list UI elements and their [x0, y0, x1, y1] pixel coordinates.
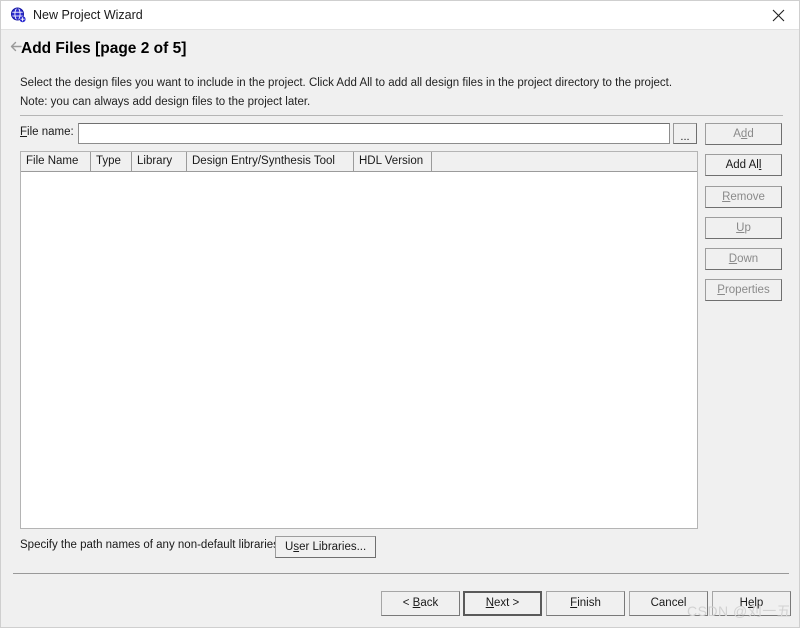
- column-header-file-name[interactable]: File Name: [21, 152, 91, 171]
- footer-separator: [13, 573, 789, 574]
- column-header-design-entry-synthesis-tool[interactable]: Design Entry/Synthesis Tool: [187, 152, 354, 171]
- up-button-suffix: p: [744, 222, 751, 234]
- down-button-accel: D: [728, 253, 738, 265]
- remove-button: Remove: [705, 186, 782, 208]
- cancel-button[interactable]: Cancel: [629, 591, 708, 616]
- properties-button-suffix: roperties: [724, 284, 770, 296]
- help-button-suffix: lp: [754, 597, 764, 609]
- add-all-button[interactable]: Add All: [705, 154, 782, 176]
- help-button-prefix: H: [739, 597, 748, 609]
- close-icon[interactable]: [755, 1, 799, 30]
- properties-button-accel: P: [717, 284, 725, 296]
- next-button[interactable]: Next >: [463, 591, 542, 616]
- description-line-2: Note: you can always add design files to…: [20, 96, 311, 108]
- add-button-suffix: d: [747, 128, 754, 140]
- file-name-label-rest: ile name:: [27, 126, 74, 138]
- title-bar: New Project Wizard: [1, 1, 799, 30]
- next-button-suffix: ext >: [494, 597, 520, 609]
- up-button: Up: [705, 217, 782, 239]
- column-header-library[interactable]: Library: [132, 152, 187, 171]
- add-button-prefix: A: [733, 128, 741, 140]
- down-button-suffix: own: [737, 253, 759, 265]
- column-header-hdl-version[interactable]: HDL Version: [354, 152, 432, 171]
- cancel-button-prefix: Cancel: [650, 597, 687, 609]
- new-project-wizard-dialog: New Project Wizard Add Files [page 2 of …: [0, 0, 800, 628]
- user-libraries-button-suffix: er Libraries...: [299, 541, 367, 553]
- table-header-row: File Name Type Library Design Entry/Synthes…: [21, 152, 697, 172]
- file-name-label: File name:: [20, 126, 74, 138]
- page-title: Add Files [page 2 of 5]: [21, 40, 187, 57]
- quartus-globe-icon: [10, 7, 27, 24]
- add-all-button-prefix: Add Al: [725, 159, 759, 171]
- properties-button: Properties: [705, 279, 782, 301]
- finish-button-suffix: inish: [577, 597, 601, 609]
- help-button[interactable]: Help: [712, 591, 791, 616]
- description-line-1: Select the design files you want to incl…: [20, 77, 673, 89]
- header-separator: [20, 115, 783, 116]
- remove-button-suffix: emove: [730, 191, 765, 203]
- next-button-accel: N: [485, 597, 495, 609]
- back-button-prefix: <: [402, 597, 413, 609]
- user-libraries-note: Specify the path names of any non-defaul…: [20, 539, 283, 551]
- add-button: Add: [705, 123, 782, 145]
- finish-button[interactable]: Finish: [546, 591, 625, 616]
- add-all-button-accel: l: [758, 159, 762, 171]
- back-button-suffix: ack: [420, 597, 439, 609]
- back-button[interactable]: < Back: [381, 591, 460, 616]
- column-header-type[interactable]: Type: [91, 152, 132, 171]
- table-body[interactable]: [21, 172, 697, 528]
- files-list[interactable]: File Name Type Library Design Entry/Synthes…: [20, 151, 698, 529]
- file-name-input[interactable]: [78, 123, 670, 144]
- browse-button[interactable]: ...: [673, 123, 697, 144]
- user-libraries-button[interactable]: User Libraries...: [275, 536, 377, 558]
- window-title: New Project Wizard: [33, 8, 143, 22]
- down-button: Down: [705, 248, 782, 270]
- file-name-label-accel: F: [20, 126, 28, 138]
- column-header-filler[interactable]: [432, 152, 697, 171]
